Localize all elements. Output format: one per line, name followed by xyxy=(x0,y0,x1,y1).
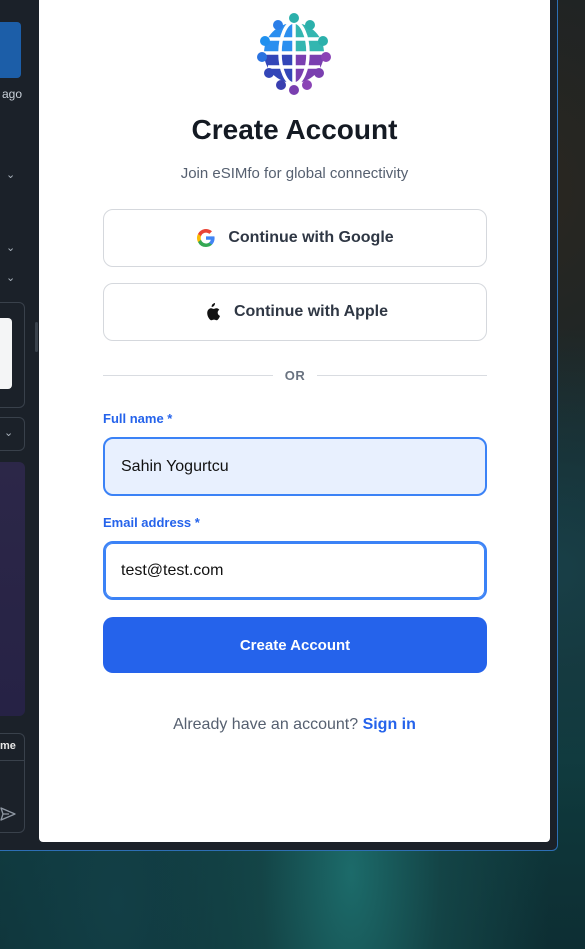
chevron-down-icon[interactable]: ⌄ xyxy=(6,241,15,254)
page-title: Create Account xyxy=(191,114,398,145)
background-label: me xyxy=(0,740,16,752)
background-purple-panel xyxy=(0,462,25,716)
chevron-down-icon[interactable]: ⌄ xyxy=(6,271,15,284)
signin-link[interactable]: Sign in xyxy=(363,716,416,733)
background-divider xyxy=(0,760,25,761)
apple-button-label: Continue with Apple xyxy=(233,303,389,320)
signin-prompt-row: Already have an account? Sign in xyxy=(39,716,550,734)
divider-line xyxy=(317,374,487,376)
or-text: OR xyxy=(284,367,306,383)
page-subtitle: Join eSIMfo for global connectivity xyxy=(180,165,409,182)
signin-prompt: Already have an account? xyxy=(173,716,359,733)
background-dropdown[interactable]: ⌄ xyxy=(0,417,25,451)
send-icon[interactable] xyxy=(0,806,16,825)
background-card[interactable] xyxy=(0,318,12,389)
full-name-label: Full name * xyxy=(103,411,173,426)
google-icon xyxy=(196,228,216,248)
or-divider: OR xyxy=(103,366,487,384)
apple-icon xyxy=(202,302,222,322)
chevron-down-icon[interactable]: ⌄ xyxy=(6,168,15,181)
divider-line xyxy=(103,374,273,376)
scrollbar[interactable] xyxy=(35,322,38,352)
google-button-label: Continue with Google xyxy=(228,229,394,246)
email-label: Email address * xyxy=(103,515,200,530)
signup-card: Create Account Join eSIMfo for global co… xyxy=(39,0,550,842)
background-timestamp: ago xyxy=(2,87,23,101)
continue-with-google-button[interactable]: Continue with Google xyxy=(103,209,487,267)
background-thumbnail[interactable] xyxy=(0,22,21,78)
create-account-button[interactable]: Create Account xyxy=(103,617,487,673)
email-field[interactable] xyxy=(103,541,487,600)
continue-with-apple-button[interactable]: Continue with Apple xyxy=(103,283,487,341)
globe-people-logo xyxy=(254,9,334,97)
chevron-down-icon: ⌄ xyxy=(4,427,14,439)
full-name-field[interactable] xyxy=(103,437,487,496)
